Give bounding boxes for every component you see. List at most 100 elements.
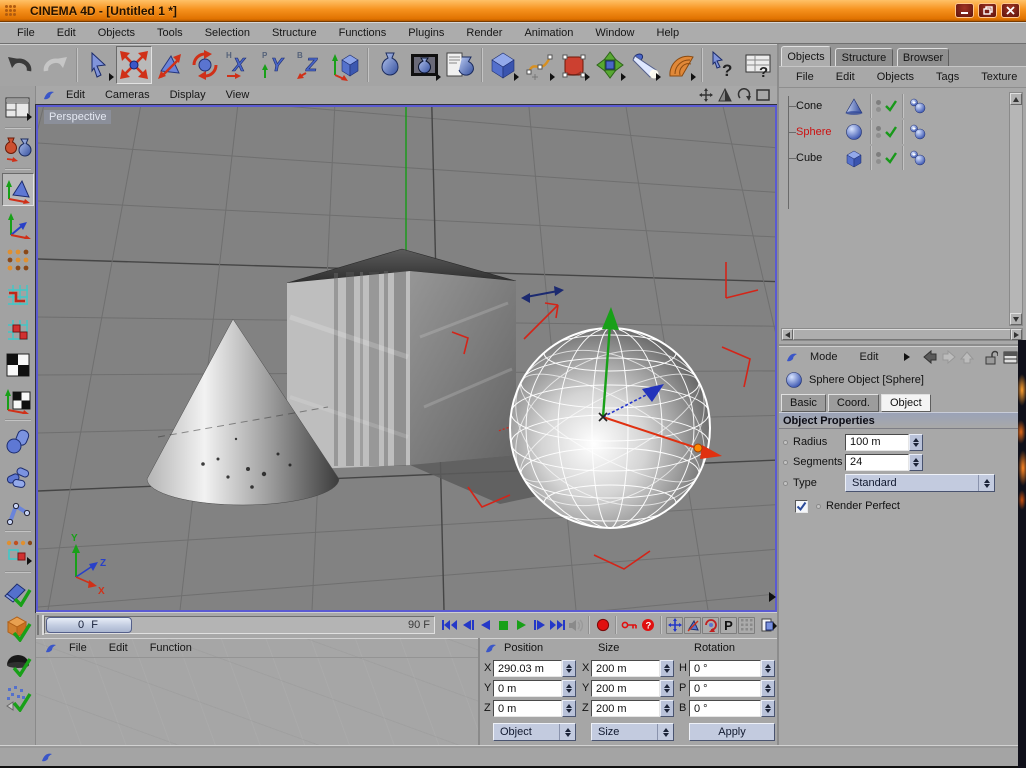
object-name[interactable]: Cone <box>796 100 836 112</box>
coords-size-dropdown[interactable]: Size <box>591 723 674 741</box>
gizmo-x-handle[interactable] <box>700 445 722 459</box>
add-modifier-icon[interactable] <box>557 46 592 84</box>
rot-h-field[interactable]: 0 ° <box>689 660 761 677</box>
object-row-cone[interactable]: Cone <box>788 94 1018 118</box>
menu-plugins[interactable]: Plugins <box>397 24 455 42</box>
enable-check-icon[interactable] <box>884 151 898 165</box>
play-backward-icon[interactable] <box>477 617 494 634</box>
enable-check-icon[interactable] <box>884 99 898 113</box>
attr-menu-edit[interactable]: Edit <box>849 348 890 366</box>
render-picture-viewer-icon[interactable] <box>407 46 442 84</box>
om-menu-objects[interactable]: Objects <box>866 68 925 86</box>
render-view-icon[interactable] <box>372 46 407 84</box>
sphere-icon[interactable] <box>844 123 864 142</box>
record-pla-icon[interactable] <box>738 616 755 634</box>
rot-p-spinner[interactable] <box>761 680 775 697</box>
undo-icon[interactable] <box>2 46 37 84</box>
scale-tool-icon[interactable] <box>152 46 187 84</box>
attr-tab-basic[interactable]: Basic <box>781 394 826 412</box>
menu-objects[interactable]: Objects <box>87 24 146 42</box>
smoothing-tag-icon[interactable] <box>908 97 928 115</box>
lock-y-axis-icon[interactable]: PY <box>258 46 293 84</box>
segments-spinner[interactable] <box>909 453 923 471</box>
panel-collapse-arrow[interactable] <box>769 592 776 602</box>
object-row-sphere[interactable]: Sphere <box>788 120 1018 144</box>
add-spline-icon[interactable] <box>521 46 556 84</box>
keyframe-selection-icon[interactable] <box>621 617 638 634</box>
viewport-canvas[interactable]: Y Z X <box>38 107 775 610</box>
previous-frame-icon[interactable] <box>459 617 476 634</box>
record-rotation-icon[interactable] <box>702 616 719 634</box>
texture-mode-icon[interactable] <box>2 348 34 381</box>
tab-structure[interactable]: Structure <box>835 48 893 66</box>
move-tool-icon[interactable] <box>115 46 152 84</box>
object-name-selected[interactable]: Sphere <box>796 126 836 138</box>
toggle-view-icon[interactable] <box>755 88 771 103</box>
cone-icon[interactable] <box>844 97 864 116</box>
visibility-dots-icon[interactable] <box>876 100 881 112</box>
back-icon[interactable] <box>922 350 938 364</box>
submenu-arrow-icon[interactable] <box>903 353 910 361</box>
record-icon[interactable] <box>594 617 611 634</box>
menu-structure[interactable]: Structure <box>261 24 328 42</box>
lock-x-axis-icon[interactable]: HX <box>222 46 257 84</box>
menu-tools[interactable]: Tools <box>146 24 194 42</box>
size-z-spinner[interactable] <box>660 700 674 717</box>
eraser-check-icon[interactable] <box>2 576 34 609</box>
scroll-left-icon[interactable] <box>782 329 793 340</box>
close-button[interactable] <box>1001 3 1020 18</box>
rotate-tool-icon[interactable] <box>187 46 222 84</box>
menu-edit[interactable]: Edit <box>46 24 87 42</box>
segments-field[interactable]: 24 <box>845 453 909 471</box>
scroll-up-icon[interactable] <box>1010 93 1022 105</box>
menu-functions[interactable]: Functions <box>328 24 398 42</box>
panel-layout-icon[interactable] <box>1003 351 1018 364</box>
bottom-menu-edit[interactable]: Edit <box>98 639 139 657</box>
pos-z-field[interactable]: 0 m <box>493 700 562 717</box>
menu-help[interactable]: Help <box>646 24 691 42</box>
pos-y-field[interactable]: 0 m <box>493 680 562 697</box>
scroll-right-icon[interactable] <box>1011 329 1022 340</box>
next-frame-icon[interactable] <box>531 617 548 634</box>
add-modeling-object-icon[interactable] <box>592 46 627 84</box>
size-x-spinner[interactable] <box>660 660 674 677</box>
pos-y-spinner[interactable] <box>562 680 576 697</box>
menu-render[interactable]: Render <box>455 24 513 42</box>
bottom-menu-file[interactable]: File <box>58 639 98 657</box>
cube-icon[interactable] <box>844 149 864 168</box>
attr-tab-object[interactable]: Object <box>880 394 931 412</box>
stop-icon[interactable] <box>495 617 512 634</box>
om-menu-texture[interactable]: Texture <box>970 68 1026 86</box>
pan-view-icon[interactable] <box>698 88 714 103</box>
autokey-help-icon[interactable]: ? <box>639 617 656 634</box>
keyframe-tool-icon[interactable] <box>2 459 34 492</box>
add-primitive-icon[interactable] <box>486 46 521 84</box>
redo-icon[interactable] <box>37 46 72 84</box>
box-check-icon[interactable] <box>2 611 34 644</box>
size-z-field[interactable]: 200 m <box>591 700 660 717</box>
add-light-icon[interactable] <box>628 46 663 84</box>
menu-window[interactable]: Window <box>584 24 645 42</box>
points-mode-icon[interactable] <box>2 243 34 276</box>
pos-x-spinner[interactable] <box>562 660 576 677</box>
enable-check-icon[interactable] <box>884 125 898 139</box>
pos-z-spinner[interactable] <box>562 700 576 717</box>
rot-b-field[interactable]: 0 ° <box>689 700 761 717</box>
radius-spinner[interactable] <box>909 433 923 451</box>
render-settings-icon[interactable] <box>443 46 478 84</box>
attr-menu-mode[interactable]: Mode <box>799 348 849 366</box>
visibility-dots-icon[interactable] <box>876 152 881 164</box>
go-to-end-icon[interactable] <box>549 617 566 634</box>
gizmo-y-handle[interactable] <box>602 307 619 330</box>
live-selection-icon[interactable] <box>81 46 116 84</box>
go-to-start-icon[interactable] <box>441 617 458 634</box>
viewport-menu-view[interactable]: View <box>216 87 260 103</box>
model-mode-icon[interactable] <box>2 173 34 206</box>
particles-check-icon[interactable] <box>2 681 34 714</box>
viewport-menu-display[interactable]: Display <box>160 87 216 103</box>
scroll-down-icon[interactable] <box>1010 313 1022 325</box>
coords-mode-dropdown[interactable]: Object <box>493 723 576 741</box>
smoothing-tag-icon[interactable] <box>908 149 928 167</box>
lock-z-axis-icon[interactable]: BZ <box>293 46 328 84</box>
sphere-object[interactable] <box>489 319 731 537</box>
